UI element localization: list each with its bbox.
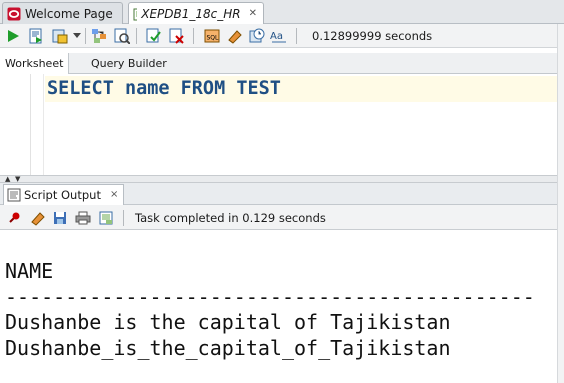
tab-worksheet-label: Worksheet: [5, 57, 64, 70]
commit-icon[interactable]: [145, 27, 162, 44]
clear-output-icon[interactable]: [28, 209, 45, 226]
worksheet-toolbar: SQL Aa 0.12899999 seconds: [0, 24, 564, 48]
autotrace-dropdown-icon[interactable]: [71, 27, 83, 44]
task-status: Task completed in 0.129 seconds: [135, 211, 326, 225]
rollback-icon[interactable]: [168, 27, 185, 44]
worksheet-subtab-bar: Worksheet Query Builder: [0, 53, 564, 74]
pin-icon[interactable]: [5, 209, 22, 226]
explain-plan-icon[interactable]: [90, 27, 107, 44]
script-output-icon: [7, 188, 21, 202]
tab-query-builder[interactable]: Query Builder: [86, 53, 172, 74]
oracle-logo-icon: [7, 7, 21, 20]
output-row: Dushanbe is the capital of Tajikistan: [5, 310, 451, 334]
print-icon[interactable]: [74, 209, 91, 226]
save-icon[interactable]: [51, 209, 68, 226]
output-column-header: NAME: [5, 259, 54, 283]
tab-worksheet[interactable]: Worksheet: [0, 53, 70, 74]
sql-tuning-icon[interactable]: [113, 27, 130, 44]
elapsed-time: 0.12899999 seconds: [312, 29, 433, 43]
script-output-area[interactable]: NAME ------------------------------------…: [0, 231, 564, 383]
splitter-collapse-down-icon[interactable]: ▼: [15, 176, 20, 183]
svg-text:Aa: Aa: [270, 31, 283, 42]
splitter-expand-up-icon[interactable]: ▲: [5, 176, 10, 183]
output-row: Dushanbe_is_the_capital_of_Tajikistan: [5, 335, 451, 360]
fold-gutter: [32, 74, 44, 175]
format-sql-icon[interactable]: Aa: [270, 27, 287, 44]
run-statement-icon[interactable]: [4, 27, 21, 44]
close-tab-icon[interactable]: ✕: [249, 9, 257, 19]
output-toolbar: Task completed in 0.129 seconds: [0, 205, 564, 230]
tab-welcome-page-label: Welcome Page: [25, 6, 113, 21]
tab-sql-worksheet[interactable]: XEPDB1_18c_HR ✕: [128, 2, 264, 25]
run-script-icon[interactable]: [27, 27, 44, 44]
sql-editor[interactable]: SELECT name FROM TEST: [0, 74, 564, 175]
line-number-gutter: [0, 74, 31, 175]
tab-welcome-page[interactable]: Welcome Page: [2, 2, 123, 24]
sql-worksheet-icon: [133, 8, 138, 21]
sql-history-icon[interactable]: [248, 27, 265, 44]
output-separator: ----------------------------------------…: [5, 284, 535, 309]
sql-statement[interactable]: SELECT name FROM TEST: [47, 78, 281, 99]
panel-splitter[interactable]: ▲ ▼: [0, 175, 564, 183]
clear-eraser-icon[interactable]: [225, 27, 242, 44]
open-in-viewer-icon[interactable]: [97, 209, 114, 226]
close-output-tab-icon[interactable]: ×: [110, 190, 118, 200]
document-tab-bar: Welcome Page XEPDB1_18c_HR ✕: [0, 0, 564, 25]
tab-script-output-label: Script Output: [24, 188, 101, 202]
tab-script-output[interactable]: Script Output ×: [3, 184, 125, 205]
tab-query-builder-label: Query Builder: [91, 57, 167, 70]
tab-sql-worksheet-label: XEPDB1_18c_HR: [141, 7, 241, 21]
output-tab-bar: Script Output ×: [0, 183, 564, 205]
unshared-sql-worksheet-icon[interactable]: SQL: [203, 27, 220, 44]
right-side-gutter: [557, 24, 564, 383]
autotrace-icon[interactable]: [51, 27, 68, 44]
svg-text:SQL: SQL: [206, 34, 219, 41]
